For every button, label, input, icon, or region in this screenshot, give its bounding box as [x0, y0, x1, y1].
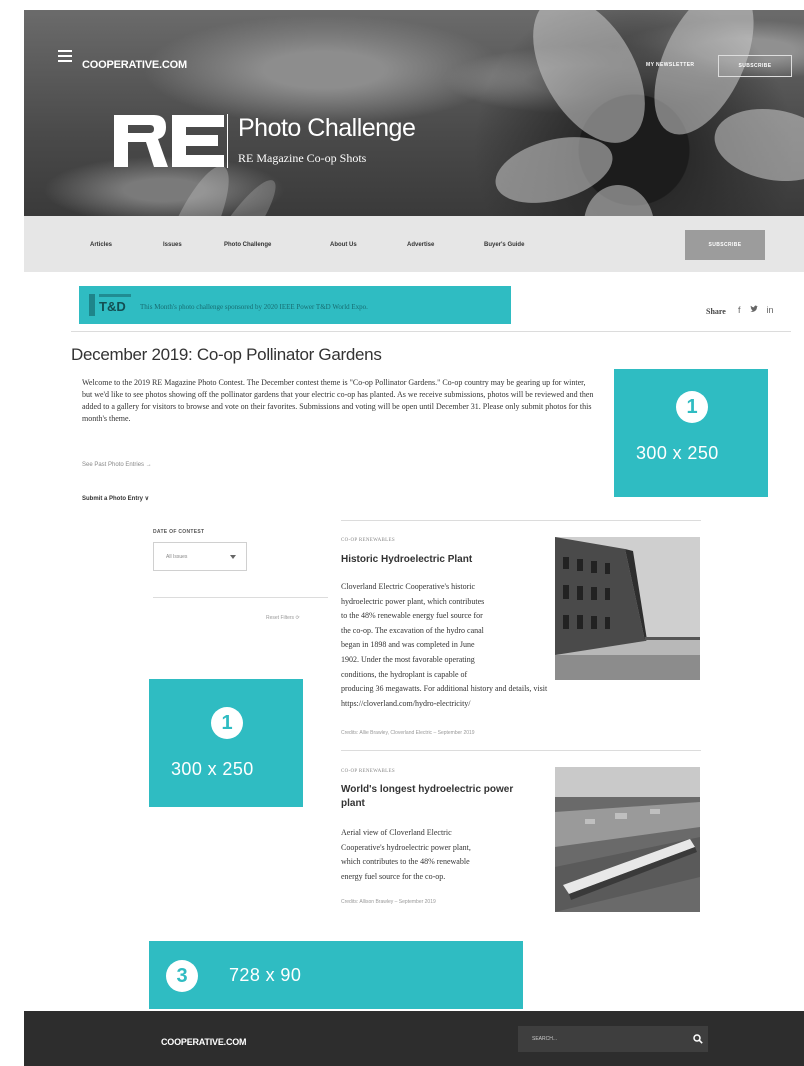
article-title-line: World's longest hydroelectric power	[341, 784, 514, 795]
article-body-line: conditions, the hydroplant is capable of	[341, 669, 468, 679]
nav-item-articles[interactable]: Articles	[90, 242, 112, 248]
footer: COOPERATIVE.COM	[24, 1011, 804, 1066]
article-credit: Credits: Allison Brawley – September 201…	[341, 899, 436, 905]
divider	[341, 750, 701, 751]
article-body-line: began in 1898 and was completed in June	[341, 640, 475, 650]
article-body: Aerial view of Cloverland Electric Coope…	[341, 826, 471, 884]
ad-number-badge: 1	[676, 391, 708, 423]
footer-brand-logo[interactable]: COOPERATIVE.COM	[161, 1037, 247, 1047]
newsletter-link[interactable]: MY NEWSLETTER	[646, 62, 694, 68]
nav-item-advertise[interactable]: Advertise	[407, 242, 434, 248]
nav-item-buyers-guide[interactable]: Buyer's Guide	[484, 242, 524, 248]
ad-number-badge: 1	[211, 707, 243, 739]
article-body-line: hydroelectric power plant, which contrib…	[341, 596, 485, 606]
article-body-line: Cooperative's hydroelectric power plant,	[341, 842, 471, 852]
date-of-contest-select[interactable]: All Issues	[153, 542, 247, 571]
article-image-hydroelectric-plant[interactable]	[555, 537, 700, 680]
filter-label: DATE OF CONTEST	[153, 529, 205, 535]
twitter-icon[interactable]	[750, 305, 758, 315]
logo-divider	[227, 114, 228, 168]
article-body-line[interactable]: https://cloverland.com/hydro-electricity…	[341, 697, 547, 712]
ad-slot-300x250[interactable]: 1 300 x 250	[614, 369, 768, 497]
ad-slot-728x90[interactable]: 3 728 x 90	[149, 941, 523, 1009]
ad-number-badge: 3	[166, 960, 198, 992]
article-body-line: Aerial view of Cloverland Electric	[341, 828, 452, 837]
hero-banner: COOPERATIVE.COM MY NEWSLETTER SUBSCRIBE …	[24, 10, 804, 216]
article-title[interactable]: Historic Hydroelectric Plant	[341, 553, 472, 567]
article-image-aerial-power-plant[interactable]	[555, 767, 700, 912]
see-past-entries-link[interactable]: See Past Photo Entries →	[82, 462, 152, 468]
article-body-line: Cloverland Electric Cooperative's histor…	[341, 582, 476, 591]
nav-subscribe-button[interactable]: SUBSCRIBE	[685, 230, 765, 260]
sponsor-banner[interactable]: T&D This Month's photo challenge sponsor…	[79, 286, 511, 324]
flower-petal	[580, 182, 658, 216]
article-body-line: 1902. Under the most favorable operating	[341, 654, 475, 664]
article-title-line: plant	[341, 798, 365, 809]
page-title: December 2019: Co-op Pollinator Gardens	[71, 345, 382, 364]
brand-logo[interactable]: COOPERATIVE.COM	[82, 59, 187, 71]
svg-text:T&D: T&D	[99, 299, 126, 314]
header-subscribe-button[interactable]: SUBSCRIBE	[718, 55, 792, 77]
article-title[interactable]: World's longest hydroelectric power plan…	[341, 783, 513, 811]
nav-item-issues[interactable]: Issues	[163, 242, 182, 248]
select-value: All Issues	[166, 554, 188, 560]
intro-paragraph: Welcome to the 2019 RE Magazine Photo Co…	[82, 378, 594, 424]
reset-filters-button[interactable]: Reset Filters ⟳	[266, 615, 300, 621]
article-credit: Credits: Allie Brawley, Cloverland Elect…	[341, 730, 475, 736]
article-body-line: energy fuel source for the co-op.	[341, 871, 446, 881]
article-category: CO-OP RENEWABLES	[341, 769, 395, 774]
ad-size-label: 300 x 250	[171, 759, 254, 779]
divider	[341, 520, 701, 521]
sponsor-text: This Month's photo challenge sponsored b…	[140, 303, 368, 311]
nav-item-about-us[interactable]: About Us	[330, 242, 357, 248]
search-icon[interactable]	[693, 1034, 703, 1044]
article-body-line: producing 36 megawatts. For additional h…	[341, 684, 548, 694]
submit-photo-entry-toggle[interactable]: Submit a Photo Entry ∨	[82, 495, 149, 502]
ad-size-label: 300 x 250	[636, 443, 719, 463]
flower-petal	[708, 100, 804, 190]
article-body-line: to the 48% renewable energy fuel source …	[341, 611, 483, 621]
ad-size-label: 728 x 90	[229, 965, 302, 985]
nav-item-photo-challenge[interactable]: Photo Challenge	[224, 242, 271, 248]
share-label: Share	[706, 307, 726, 316]
footer-search	[518, 1026, 708, 1052]
linkedin-icon[interactable]: in	[767, 305, 774, 315]
article-category: CO-OP RENEWABLES	[341, 538, 395, 543]
page-header-title: Photo Challenge	[238, 114, 416, 142]
article-body-line: which contributes to the 48% renewable	[341, 857, 470, 867]
menu-icon[interactable]	[58, 50, 72, 64]
article-body: Cloverland Electric Cooperative's histor…	[341, 580, 547, 711]
page-header-subtitle: RE Magazine Co-op Shots	[238, 151, 367, 165]
td-expo-logo-icon: T&D	[86, 291, 134, 319]
divider	[71, 331, 791, 332]
facebook-icon[interactable]: f	[738, 305, 741, 315]
chevron-down-icon	[230, 555, 236, 559]
footer-search-input[interactable]	[518, 1026, 668, 1052]
article-body-line: the co-op. The excavation of the hydro c…	[341, 625, 484, 635]
main-nav: Articles Issues Photo Challenge About Us…	[24, 216, 804, 272]
divider	[153, 597, 328, 598]
share-icons: f in	[738, 305, 774, 315]
re-logo-icon	[114, 115, 224, 167]
ad-slot-300x250[interactable]: 1 300 x 250	[149, 679, 303, 807]
